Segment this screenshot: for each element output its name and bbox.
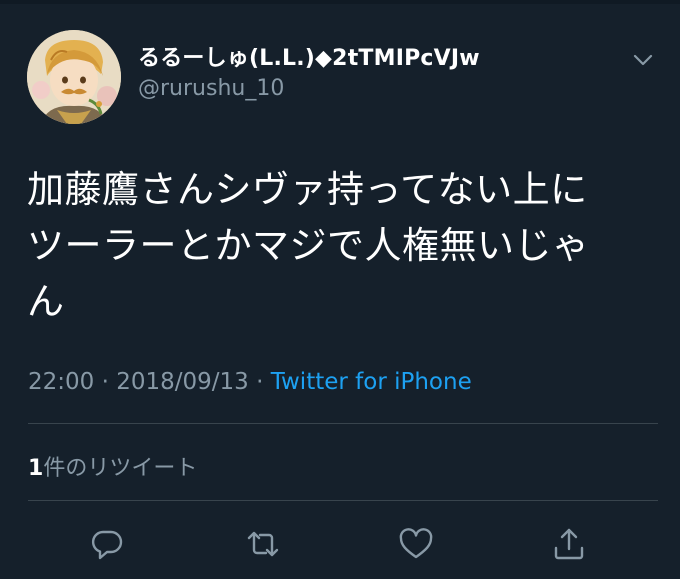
user-handle[interactable]: @rurushu_10 xyxy=(138,76,284,101)
tweet-line: ツーラーとかマジで人権無いじゃ xyxy=(27,224,590,267)
retweet-count-link[interactable]: 1件のリツイート xyxy=(28,450,197,482)
display-name[interactable]: るるーしゅ(L.L.)◆2tTMIPcVJw xyxy=(138,40,480,72)
retweet-label: 件のリツイート xyxy=(43,456,198,481)
reply-button[interactable] xyxy=(89,526,125,562)
tweet-date: 2018/09/13 xyxy=(116,369,249,395)
share-button[interactable] xyxy=(551,526,587,562)
retweet-button[interactable] xyxy=(245,526,281,562)
illustrated-avatar-icon xyxy=(27,30,121,124)
tweet-source-link[interactable]: Twitter for iPhone xyxy=(271,369,472,395)
tweet-text: 加藤鷹さんシヴァ持ってない上に ツーラーとかマジで人権無いじゃ ん xyxy=(27,162,657,330)
reply-icon xyxy=(91,530,123,560)
tweet-time: 22:00 xyxy=(28,369,95,395)
divider xyxy=(28,423,658,424)
meta-separator: · xyxy=(256,369,264,395)
tweet-line: 加藤鷹さんシヴァ持ってない上に xyxy=(27,168,588,211)
heart-icon xyxy=(399,528,433,559)
share-icon xyxy=(554,528,584,560)
retweet-count: 1 xyxy=(28,456,44,481)
top-border xyxy=(0,0,680,4)
avatar[interactable] xyxy=(27,30,121,124)
tweet-meta: 22:00 · 2018/09/13 · Twitter for iPhone xyxy=(28,369,472,395)
chevron-down-icon[interactable] xyxy=(630,50,656,70)
tweet-line: ん xyxy=(27,280,65,323)
divider xyxy=(28,500,658,501)
like-button[interactable] xyxy=(398,526,434,562)
meta-separator: · xyxy=(101,369,109,395)
retweet-icon xyxy=(247,531,279,557)
